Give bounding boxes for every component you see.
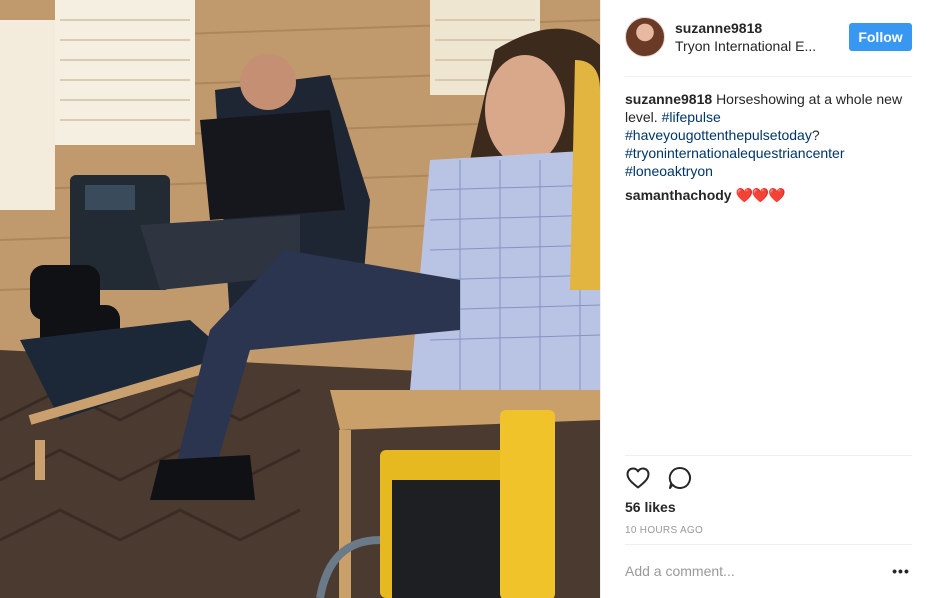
author-info: suzanne9818 Tryon International E... xyxy=(675,19,835,55)
likes-count[interactable]: 56 likes xyxy=(625,499,676,515)
instagram-post: suzanne9818 Tryon International E... Fol… xyxy=(0,0,933,598)
comment-item: samanthachody ❤️❤️❤️ xyxy=(625,186,912,204)
add-comment-input[interactable] xyxy=(625,561,885,581)
header-divider xyxy=(625,76,912,77)
post-actions xyxy=(625,466,693,490)
follow-button[interactable]: Follow xyxy=(849,23,912,51)
comments-list: suzanne9818 Horseshowing at a whole new … xyxy=(625,90,912,209)
hashtag-link[interactable]: #lifepulse xyxy=(662,109,721,125)
actions-divider xyxy=(625,455,912,456)
post-sidebar: suzanne9818 Tryon International E... Fol… xyxy=(600,0,933,598)
post-timestamp[interactable]: 10 HOURS AGO xyxy=(625,525,703,536)
post-photo[interactable] xyxy=(0,0,600,598)
hashtag-link[interactable]: #haveyougottenthepulsetoday xyxy=(625,127,812,143)
comment-button[interactable] xyxy=(667,466,693,490)
caption-username[interactable]: suzanne9818 xyxy=(625,91,712,107)
author-location[interactable]: Tryon International E... xyxy=(675,37,825,55)
hashtag-link[interactable]: #tryoninternationalequestriancenter xyxy=(625,145,844,161)
comment-username[interactable]: samanthachody xyxy=(625,187,732,203)
heart-outline-icon xyxy=(626,467,650,489)
more-options-button[interactable]: ••• xyxy=(891,561,911,581)
comment-text: ❤️❤️❤️ xyxy=(735,187,785,203)
ellipsis-icon: ••• xyxy=(892,563,910,579)
caption-question-mark: ? xyxy=(811,127,820,143)
caption: suzanne9818 Horseshowing at a whole new … xyxy=(625,90,912,180)
comment-divider xyxy=(625,544,912,545)
speech-bubble-icon xyxy=(668,466,691,489)
hashtag-link[interactable]: #loneoaktryon xyxy=(625,163,713,179)
author-username[interactable]: suzanne9818 xyxy=(675,19,835,37)
post-header: suzanne9818 Tryon International E... Fol… xyxy=(601,0,933,76)
like-button[interactable] xyxy=(625,466,651,490)
author-avatar[interactable] xyxy=(625,17,665,57)
photo-illustration xyxy=(0,0,600,598)
